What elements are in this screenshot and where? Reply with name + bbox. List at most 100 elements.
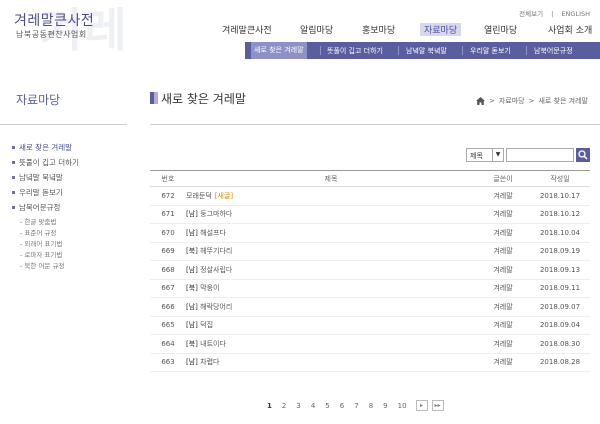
header: 겨레 겨레말큰사전 남북공동편찬사업회 전체보기 | ENGLISH 겨레말큰사…: [0, 0, 600, 57]
page-number-link[interactable]: 5: [325, 402, 329, 410]
table-row[interactable]: 663 [남] 차렵다 겨레말 2018.08.28: [150, 354, 590, 372]
page-number-link[interactable]: 6: [340, 402, 344, 410]
table-row[interactable]: 668 [남] 정살사립다 겨레말 2018.09.13: [150, 261, 590, 280]
gnb-item-dictionary[interactable]: 겨레말큰사전: [222, 23, 272, 36]
row-title-link[interactable]: 둥그마하다: [200, 210, 232, 218]
row-title-cell[interactable]: [남] 덕집: [186, 320, 476, 330]
row-date: 2018.09.07: [539, 302, 581, 311]
row-num: 670: [161, 228, 175, 237]
row-title-link[interactable]: 해설프다: [200, 229, 226, 237]
last-page-button[interactable]: ▸▸: [431, 400, 444, 411]
left-menu-item-south-north[interactable]: 남녘말 북녘말: [12, 170, 132, 185]
breadcrumb: > 자료마당 > 새로 찾은 겨레말: [475, 96, 588, 106]
title-mark-icon: [154, 92, 158, 104]
row-date: 2018.10.12: [539, 210, 581, 219]
divider: [0, 124, 127, 125]
subnav-item-new-words[interactable]: 새로 찾은 겨레말: [251, 42, 307, 59]
left-submenu-item[interactable]: - 외래어 표기법: [12, 237, 132, 248]
row-author: 겨레말: [493, 339, 513, 348]
gnb-item-notice[interactable]: 알림마당: [300, 23, 333, 36]
row-title-link[interactable]: 차렵다: [200, 358, 219, 366]
breadcrumb-separator: >: [488, 97, 495, 105]
row-region-tag: [남]: [186, 265, 198, 274]
search-button[interactable]: [576, 148, 590, 162]
sub-nav-bar: 새로 찾은 겨레말 뜻풀이 깁고 더하기 남녘말 북녘말 우리말 돋보기 남북어…: [245, 42, 600, 59]
table-row[interactable]: 670 [남] 해설프다 겨레말 2018.10.04: [150, 224, 590, 243]
breadcrumb-item[interactable]: 자료마당: [499, 96, 525, 106]
pagination: 1 2 3 4 5 6 7 8 9 10 ▸ ▸▸: [262, 400, 444, 411]
next-page-button[interactable]: ▸: [415, 400, 428, 411]
bullet-icon: [12, 176, 15, 179]
row-title-link[interactable]: 정살사립다: [200, 266, 232, 274]
row-date: 2018.08.28: [539, 358, 581, 367]
table-row[interactable]: 666 [남] 해락당어리 겨레말 2018.09.07: [150, 298, 590, 317]
page-number-link[interactable]: 7: [354, 402, 358, 410]
row-title-cell[interactable]: [북] 헤뚜기다리: [186, 246, 476, 256]
left-submenu-item[interactable]: - 표준어 규정: [12, 226, 132, 237]
search-bar: 제목 ▼: [466, 148, 590, 162]
row-author: 겨레말: [493, 358, 513, 367]
site-logo-title[interactable]: 겨레말큰사전: [14, 10, 94, 30]
table-row[interactable]: 672 모래둔덕 [새글] 겨레말 2018.10.17: [150, 187, 590, 206]
page-number-link[interactable]: 10: [398, 402, 407, 410]
left-submenu-item[interactable]: - 북한 어문 규정: [12, 259, 132, 270]
left-menu-item-magnifier[interactable]: 우리말 돋보기: [12, 185, 132, 200]
left-menu-item-new-words[interactable]: 새로 찾은 겨레말: [12, 140, 132, 155]
gnb-item-open[interactable]: 열린마당: [484, 23, 517, 36]
row-title-cell[interactable]: [북] 막웅이: [186, 283, 476, 293]
row-title-link[interactable]: 덕집: [200, 321, 213, 329]
page-number-link[interactable]: 4: [311, 402, 315, 410]
row-title-cell[interactable]: [남] 정살사립다: [186, 265, 476, 275]
table-row[interactable]: 669 [북] 헤뚜기다리 겨레말 2018.09.19: [150, 243, 590, 261]
left-menu-item-rules[interactable]: 남북어문규정: [12, 200, 132, 215]
table-row[interactable]: 667 [북] 막웅이 겨레말 2018.09.11: [150, 280, 590, 298]
row-title-cell[interactable]: [남] 해락당어리: [186, 302, 476, 312]
row-num: 667: [161, 284, 175, 293]
row-author: 겨레말: [493, 210, 513, 219]
row-num: 668: [161, 265, 175, 274]
row-title-cell[interactable]: [남] 둥그마하다: [186, 209, 476, 219]
util-link-sitemap[interactable]: 전체보기: [519, 10, 543, 18]
row-author: 겨레말: [493, 228, 513, 237]
search-input[interactable]: [506, 148, 574, 162]
gnb-item-about[interactable]: 사업회 소개: [548, 23, 592, 36]
row-region-tag: [북]: [186, 339, 198, 348]
left-submenu-item[interactable]: - 한글 맞춤법: [12, 215, 132, 226]
page-number-link[interactable]: 3: [296, 402, 300, 410]
row-region-tag: [남]: [186, 228, 198, 237]
row-title-link[interactable]: 헤뚜기다리: [200, 247, 232, 255]
table-row[interactable]: 671 [남] 둥그마하다 겨레말 2018.10.12: [150, 206, 590, 224]
page-number-link[interactable]: 9: [383, 402, 387, 410]
subnav-item-south-north[interactable]: 남녘말 북녘말: [406, 46, 447, 56]
home-icon[interactable]: [475, 97, 485, 105]
board-table: 번호 제목 글쓴이 작성일 672 모래둔덕 [새글] 겨레말 2018.10.17 6…: [150, 170, 590, 372]
header-date: 작성일: [550, 174, 570, 183]
row-num: 666: [161, 302, 175, 311]
row-title-link[interactable]: 내트이다: [200, 340, 226, 348]
table-row[interactable]: 664 [북] 내트이다 겨레말 2018.08.30: [150, 335, 590, 354]
row-author: 겨레말: [493, 284, 513, 293]
left-menu-item-definitions[interactable]: 뜻풀이 깁고 더하기: [12, 155, 132, 170]
row-title-link[interactable]: 막웅이: [200, 284, 219, 292]
table-row[interactable]: 665 [남] 덕집 겨레말 2018.09.04: [150, 317, 590, 335]
row-title-cell[interactable]: [남] 차렵다: [186, 357, 476, 367]
left-submenu-item[interactable]: - 로마자 표기법: [12, 248, 132, 259]
gnb-item-promotion[interactable]: 홍보마당: [362, 23, 395, 36]
page-number-link[interactable]: 2: [282, 402, 286, 410]
left-menu-title: 자료마당: [16, 93, 61, 107]
util-link-english[interactable]: ENGLISH: [561, 10, 590, 18]
subnav-item-magnifier[interactable]: 우리말 돋보기: [470, 46, 511, 56]
page-number-link[interactable]: 8: [369, 402, 373, 410]
row-title-link[interactable]: 모래둔덕: [186, 192, 212, 200]
row-title-cell[interactable]: [남] 해설프다: [186, 228, 476, 238]
subnav-item-rules[interactable]: 남북어문규정: [534, 46, 573, 56]
row-title-cell[interactable]: [북] 내트이다: [186, 339, 476, 349]
row-date: 2018.09.13: [539, 265, 581, 274]
gnb-item-resources[interactable]: 자료마당: [420, 23, 462, 36]
page-number-link[interactable]: 1: [267, 402, 272, 410]
row-title-cell[interactable]: 모래둔덕 [새글]: [186, 191, 476, 201]
subnav-item-definitions[interactable]: 뜻풀이 깁고 더하기: [327, 46, 383, 56]
search-field-select[interactable]: 제목 ▼: [466, 148, 504, 162]
row-title-link[interactable]: 해락당어리: [200, 303, 232, 311]
subnav-separator: [398, 46, 399, 55]
